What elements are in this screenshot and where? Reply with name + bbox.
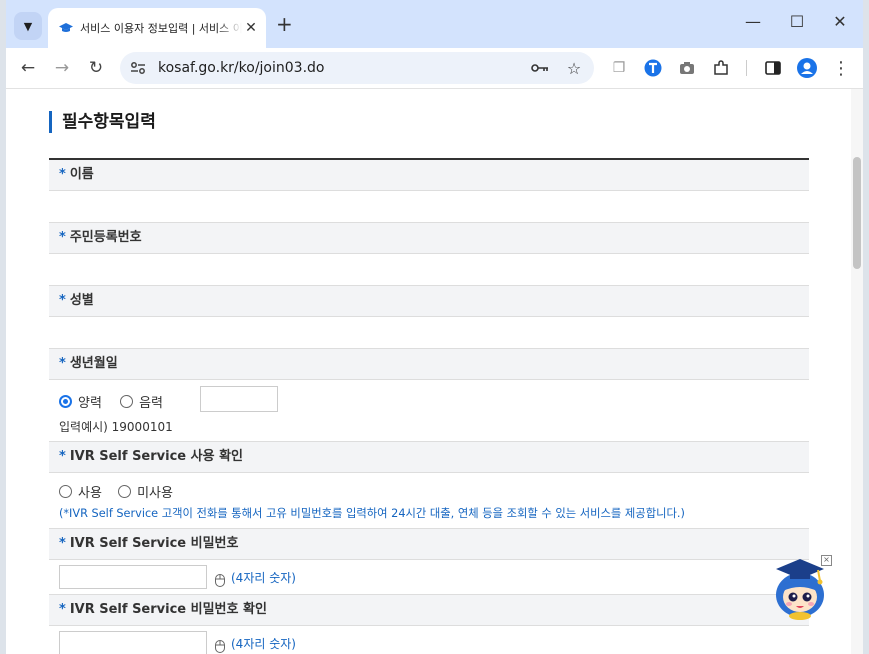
mouse-icon[interactable] — [215, 574, 225, 587]
ivr-radio-group: 사용 미사용 — [59, 482, 173, 501]
ivr-use-field: 사용 미사용 (*IVR Self Service 고객이 전화를 통해서 고유… — [49, 473, 809, 529]
key-icon[interactable] — [530, 58, 550, 78]
graduation-cap-favicon-icon — [58, 22, 74, 34]
ivr-use-radio-option[interactable]: 사용 — [59, 484, 102, 501]
ivr-use-label: * IVR Self Service 사용 확인 — [49, 442, 809, 473]
birthdate-input[interactable] — [200, 386, 278, 412]
address-bar[interactable]: kosaf.go.kr/ko/join03.do ☆ — [120, 52, 594, 84]
tab-search-button[interactable]: ▼ — [14, 12, 42, 40]
ivr-password-confirm-hint: (4자리 숫자) — [231, 637, 296, 651]
ivr-password-hint: (4자리 숫자) — [231, 571, 296, 585]
ivr-pw-field: (4자리 숫자) — [49, 560, 809, 595]
required-fields-form: * 이름 * 주민등록번호 * 성별 * 생년월일 양력 음력 입력예시) 190001… — [49, 158, 809, 654]
mouse-icon[interactable] — [215, 640, 225, 653]
tab-title: 서비스 이용자 정보입력 | 서비스 이용자 — [80, 22, 242, 35]
section-title: 필수항목입력 — [49, 111, 156, 133]
solar-radio[interactable] — [59, 395, 72, 408]
url-text: kosaf.go.kr/ko/join03.do — [158, 60, 325, 76]
forward-arrow-icon[interactable]: → — [50, 56, 74, 80]
birth-label: * 생년월일 — [49, 349, 809, 380]
site-settings-icon[interactable] — [128, 58, 148, 78]
toolbar-divider — [746, 60, 747, 76]
back-arrow-icon[interactable]: ← — [16, 56, 40, 80]
side-panel-icon[interactable] — [761, 56, 785, 80]
active-tab[interactable]: 서비스 이용자 정보입력 | 서비스 이용자 ✕ — [48, 8, 266, 48]
ivr-password-confirm-input[interactable] — [59, 631, 207, 654]
ivr-nouse-radio[interactable] — [118, 485, 132, 498]
chatbot-mascot-icon[interactable] — [772, 555, 828, 621]
extensions-puzzle-icon[interactable] — [709, 56, 733, 80]
maximize-icon[interactable]: ☐ — [785, 12, 809, 31]
page-content: 필수항목입력 * 이름 * 주민등록번호 * 성별 * 생년월일 양력 음력 입력예시)… — [6, 89, 851, 654]
required-star: * — [59, 293, 66, 308]
gender-label: * 성별 — [49, 286, 809, 317]
chevron-down-icon: ▼ — [23, 19, 33, 33]
ivr-password-input[interactable] — [59, 565, 207, 589]
minimize-icon[interactable]: — — [741, 12, 765, 31]
required-star: * — [59, 602, 66, 617]
tab-close-icon[interactable]: ✕ — [242, 20, 260, 36]
ivr-description: (*IVR Self Service 고객이 전화를 통해서 고유 비밀번호를 … — [59, 507, 685, 520]
browser-window: ▼ 서비스 이용자 정보입력 | 서비스 이용자 ✕ + — ☐ ✕ ← → ↻… — [6, 0, 863, 654]
name-value — [49, 191, 809, 223]
close-window-icon[interactable]: ✕ — [828, 12, 852, 31]
required-star: * — [59, 449, 66, 464]
tab-strip: ▼ 서비스 이용자 정보입력 | 서비스 이용자 ✕ + — ☐ ✕ — [6, 0, 863, 48]
camera-icon[interactable] — [675, 56, 699, 80]
lunar-radio[interactable] — [120, 395, 134, 408]
copy-icon[interactable]: ❐ — [607, 56, 631, 80]
scrollbar-thumb[interactable] — [853, 157, 861, 269]
ivr-use-radio[interactable] — [59, 485, 72, 498]
birthdate-example: 입력예시) 19000101 — [59, 420, 173, 434]
solar-radio-option[interactable]: 양력 — [59, 394, 102, 411]
birth-field: 양력 음력 입력예시) 19000101 — [49, 380, 809, 442]
ivr-nouse-radio-option[interactable]: 미사용 — [118, 484, 173, 501]
profile-avatar-icon[interactable] — [795, 56, 819, 80]
gender-value — [49, 317, 809, 349]
required-star: * — [59, 167, 66, 182]
ivr-pw-confirm-field: (4자리 숫자) — [49, 626, 809, 654]
rrn-value — [49, 254, 809, 286]
bookmark-star-icon[interactable]: ☆ — [564, 58, 584, 78]
browser-toolbar: ← → ↻ kosaf.go.kr/ko/join03.do ☆ ❐ ⋮ — [6, 48, 863, 89]
rrn-label: * 주민등록번호 — [49, 223, 809, 254]
ivr-pw-label: * IVR Self Service 비밀번호 — [49, 529, 809, 560]
mascot-close-icon[interactable]: × — [821, 555, 832, 566]
required-star: * — [59, 356, 66, 371]
menu-kebab-icon[interactable]: ⋮ — [829, 56, 853, 80]
calendar-radio-group: 양력 음력 — [59, 392, 163, 411]
reload-icon[interactable]: ↻ — [84, 56, 108, 80]
translate-extension-icon[interactable] — [641, 56, 665, 80]
lunar-radio-option[interactable]: 음력 — [120, 394, 163, 411]
ivr-pw-confirm-label: * IVR Self Service 비밀번호 확인 — [49, 595, 809, 626]
new-tab-icon[interactable]: + — [276, 14, 293, 34]
required-star: * — [59, 536, 66, 551]
required-star: * — [59, 230, 66, 245]
name-label: * 이름 — [49, 160, 809, 191]
page-scrollbar[interactable] — [851, 89, 863, 654]
